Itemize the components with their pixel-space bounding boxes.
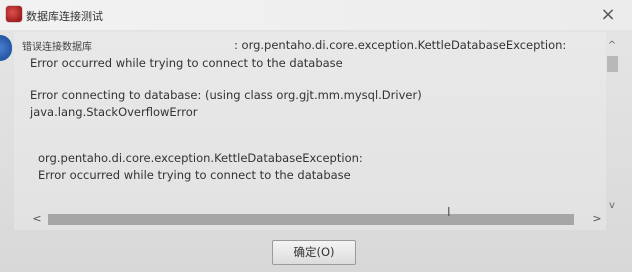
message-line-1: : org.pentaho.di.core.exception.KettleDa… <box>234 38 567 52</box>
text-cursor-icon: I <box>447 205 451 219</box>
error-icon <box>0 35 12 61</box>
message-line-5: org.pentaho.di.core.exception.KettleData… <box>38 151 363 165</box>
horizontal-scroll-thumb[interactable] <box>48 214 574 225</box>
vertical-scrollbar[interactable]: ^ v <box>604 40 620 212</box>
ok-button[interactable]: 确定(O) <box>272 240 356 265</box>
scroll-up-arrow-icon[interactable]: ^ <box>604 40 620 52</box>
scroll-left-arrow-icon[interactable]: < <box>30 211 44 227</box>
vertical-scroll-thumb[interactable] <box>607 56 618 72</box>
message-line-2: Error occurred while trying to connect t… <box>30 56 343 70</box>
horizontal-scrollbar[interactable]: < > <box>30 211 606 227</box>
title-bar: 数据库连接测试 × <box>0 0 632 30</box>
message-heading: 错误连接数据库 <box>22 42 92 53</box>
database-icon <box>6 6 22 22</box>
message-line-4: java.lang.StackOverflowError <box>30 105 198 119</box>
message-line-3: Error connecting to database: (using cla… <box>30 88 422 102</box>
scroll-right-arrow-icon[interactable]: > <box>590 211 604 227</box>
window-title: 数据库连接测试 <box>26 10 103 23</box>
error-dialog: 数据库连接测试 × 错误连接数据库 : org.pentaho.di.core.… <box>0 0 632 272</box>
close-button[interactable]: × <box>596 4 620 26</box>
message-line-6: Error occurred while trying to connect t… <box>38 168 351 182</box>
scroll-down-arrow-icon[interactable]: v <box>604 200 620 212</box>
